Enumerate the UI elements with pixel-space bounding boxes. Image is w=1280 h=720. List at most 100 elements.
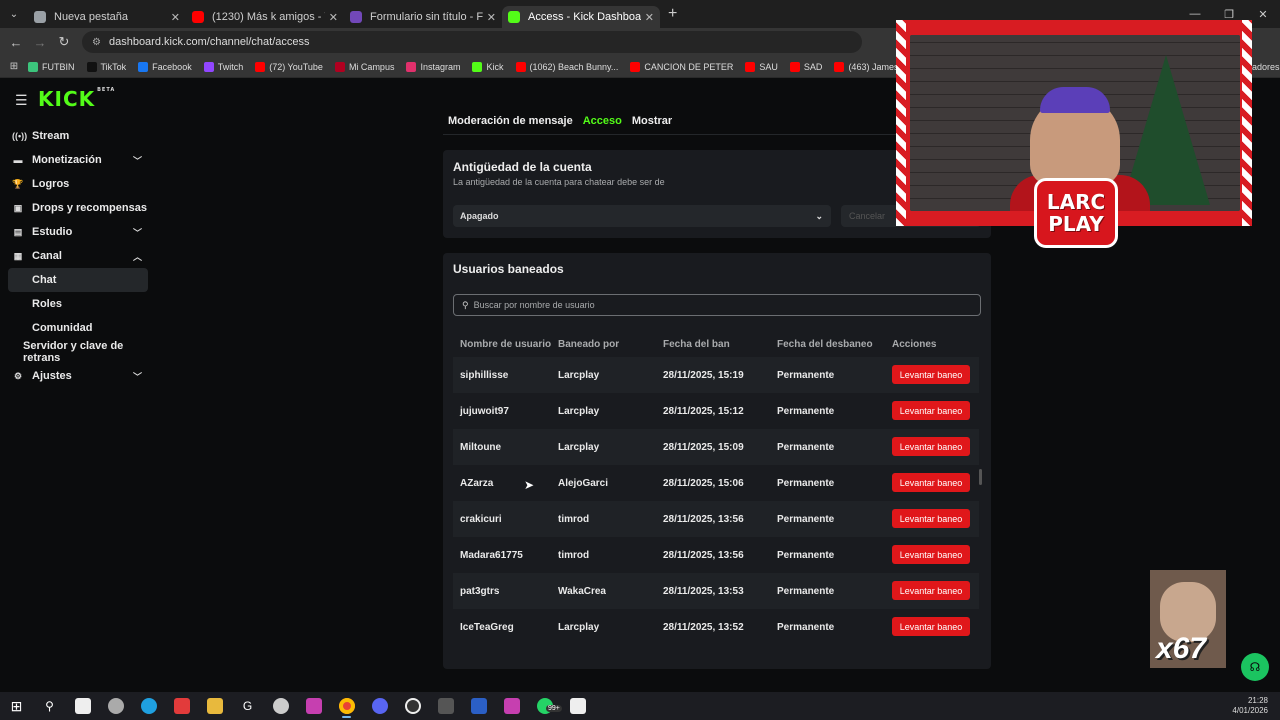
- file-explorer-icon[interactable]: [198, 692, 231, 720]
- headset-icon: ☊: [1249, 660, 1261, 674]
- tab-close-icon[interactable]: ✕: [171, 11, 180, 24]
- sidebar-item-ajustes[interactable]: ⚙ Ajustes ﹀: [8, 364, 148, 388]
- sidebar-item-logros[interactable]: 🏆 Logros: [8, 172, 148, 196]
- logitech-icon[interactable]: G: [231, 692, 264, 720]
- bookmark-item[interactable]: TikTok: [86, 61, 126, 72]
- menu-hamburger-icon[interactable]: ☰: [15, 92, 28, 109]
- tab-title: (1230) Más k amigos - YouT: [212, 11, 325, 23]
- unban-button[interactable]: Levantar baneo: [892, 437, 970, 456]
- kick-logo[interactable]: KICK BETA: [38, 87, 115, 111]
- streamer-cap: [1040, 87, 1110, 113]
- bookmark-item[interactable]: SAD: [789, 61, 822, 72]
- bookmark-item[interactable]: Instagram: [406, 61, 460, 72]
- app-red-icon[interactable]: [165, 692, 198, 720]
- unban-button[interactable]: Levantar baneo: [892, 365, 970, 384]
- sidebar-item-label: Comunidad: [32, 322, 93, 334]
- search-icon: ⚲: [462, 299, 469, 310]
- sidebar-item-chat[interactable]: Chat: [8, 268, 148, 292]
- tab-mostrar[interactable]: Mostrar: [632, 115, 672, 127]
- browser-tab[interactable]: Access - Kick Dashboard ✕: [502, 6, 660, 28]
- bookmark-favicon-icon: [334, 61, 345, 72]
- tab-search-icon[interactable]: ⌄: [0, 0, 28, 28]
- banned-search-input[interactable]: ⚲ Buscar por nombre de usuario: [453, 294, 981, 316]
- cell-date: 28/11/2025, 13:53: [663, 586, 744, 597]
- url-input[interactable]: ⚙ dashboard.kick.com/channel/chat/access: [82, 31, 862, 53]
- sidebar-item-stream[interactable]: ((•)) Stream: [8, 124, 148, 148]
- tab-moderacion[interactable]: Moderación de mensaje: [448, 115, 573, 127]
- table-row: jujuwoit97 Larcplay 28/11/2025, 15:12 Perma…: [453, 393, 979, 429]
- store-icon[interactable]: [66, 692, 99, 720]
- system-clock[interactable]: 21:28 4/01/2026: [1232, 696, 1268, 716]
- banned-table-body: siphillisse Larcplay 28/11/2025, 15:19 Perm…: [453, 349, 979, 665]
- apps-grid-icon[interactable]: ⊞: [0, 61, 28, 72]
- unban-button[interactable]: Levantar baneo: [892, 509, 970, 528]
- bookmark-item[interactable]: (1062) Beach Bunny...: [515, 61, 618, 72]
- sidebar-item-label: Roles: [32, 298, 62, 310]
- search-icon[interactable]: ⚲: [33, 692, 66, 720]
- sidebar-item-estudio[interactable]: ▤ Estudio ﹀: [8, 220, 148, 244]
- bookmark-favicon-icon: [834, 61, 845, 72]
- tab-title: Formulario sin título - Formula: [370, 11, 483, 23]
- app-pink-icon[interactable]: [297, 692, 330, 720]
- bookmark-item[interactable]: (72) YouTube: [255, 61, 323, 72]
- sidebar-nav: ((•)) Stream ▬ Monetización ﹀ 🏆 Logros ▣ Drops y…: [8, 124, 148, 388]
- forward-icon[interactable]: →: [28, 35, 52, 50]
- unban-button[interactable]: Levantar baneo: [892, 545, 970, 564]
- whatsapp-icon[interactable]: 99+: [528, 692, 562, 720]
- table-scrollbar[interactable]: [979, 469, 982, 485]
- cell-by: Larcplay: [558, 622, 600, 633]
- chrome-icon[interactable]: [330, 692, 363, 720]
- account-age-select[interactable]: Apagado ⌄: [453, 205, 831, 227]
- unban-button[interactable]: Levantar baneo: [892, 581, 970, 600]
- browser-tab[interactable]: Nueva pestaña ✕: [28, 6, 186, 28]
- sidebar-item-comunidad[interactable]: Comunidad: [8, 316, 148, 340]
- webcam-overlay: LARC PLAY: [896, 20, 1252, 248]
- edge-icon[interactable]: [132, 692, 165, 720]
- back-icon[interactable]: ←: [4, 35, 28, 50]
- tab-acceso[interactable]: Acceso: [583, 115, 622, 127]
- sidebar-item-roles[interactable]: Roles: [8, 292, 148, 316]
- support-chat-button[interactable]: ☊: [1241, 653, 1269, 681]
- app-wing-icon[interactable]: [264, 692, 297, 720]
- cell-user: jujuwoit97: [460, 406, 509, 417]
- bookmark-item[interactable]: SAU: [745, 61, 778, 72]
- tab-close-icon[interactable]: ✕: [329, 11, 338, 24]
- bookmark-label: Facebook: [152, 61, 192, 72]
- app-cat-icon[interactable]: [99, 692, 132, 720]
- app-white-icon[interactable]: [561, 692, 594, 720]
- bookmark-item[interactable]: Kick: [472, 61, 504, 72]
- reload-icon[interactable]: ↻: [52, 34, 76, 50]
- browser-tab[interactable]: Formulario sin título - Formula ✕: [344, 6, 502, 28]
- bookmark-item[interactable]: Mi Campus: [334, 61, 394, 72]
- cancel-label: Cancelar: [849, 211, 886, 221]
- bookmark-label: Twitch: [217, 61, 244, 72]
- tab-close-icon[interactable]: ✕: [487, 11, 496, 24]
- bookmark-item[interactable]: FUTBIN: [28, 61, 75, 72]
- unban-button[interactable]: Levantar baneo: [892, 473, 970, 492]
- site-info-icon[interactable]: ⚙: [92, 37, 101, 48]
- discord-icon[interactable]: [363, 692, 396, 720]
- new-tab-button[interactable]: +: [668, 5, 677, 23]
- word-icon[interactable]: [462, 692, 495, 720]
- browser-tab[interactable]: (1230) Más k amigos - YouT ✕: [186, 6, 344, 28]
- app-pink2-icon[interactable]: [495, 692, 528, 720]
- sidebar-item-drops[interactable]: ▣ Drops y recompensas: [8, 196, 148, 220]
- bookmark-item[interactable]: CANCION DE PETER: [630, 61, 733, 72]
- tab-close-icon[interactable]: ✕: [645, 11, 654, 24]
- unban-button[interactable]: Levantar baneo: [892, 617, 970, 636]
- calculator-icon[interactable]: [429, 692, 462, 720]
- bookmark-item[interactable]: Twitch: [203, 61, 244, 72]
- sidebar-item-monetizacion[interactable]: ▬ Monetización ﹀: [8, 148, 148, 172]
- cell-date: 28/11/2025, 15:19: [663, 370, 744, 381]
- cell-by: WakaCrea: [558, 586, 606, 597]
- clock-time: 21:28: [1247, 696, 1268, 705]
- unban-button[interactable]: Levantar baneo: [892, 401, 970, 420]
- bookmark-item[interactable]: Facebook: [138, 61, 192, 72]
- obs-icon[interactable]: [396, 692, 429, 720]
- sidebar-item-canal[interactable]: ▦ Canal ︿: [8, 244, 148, 268]
- account-age-description: La antigüedad de la cuenta para chatear …: [453, 177, 665, 187]
- windows-start-icon[interactable]: ⊞: [0, 692, 33, 720]
- sidebar-item-servidor[interactable]: Servidor y clave de retrans: [8, 340, 148, 364]
- bookmark-overflow-text[interactable]: adores: [1252, 62, 1280, 72]
- cell-user: siphillisse: [460, 370, 509, 381]
